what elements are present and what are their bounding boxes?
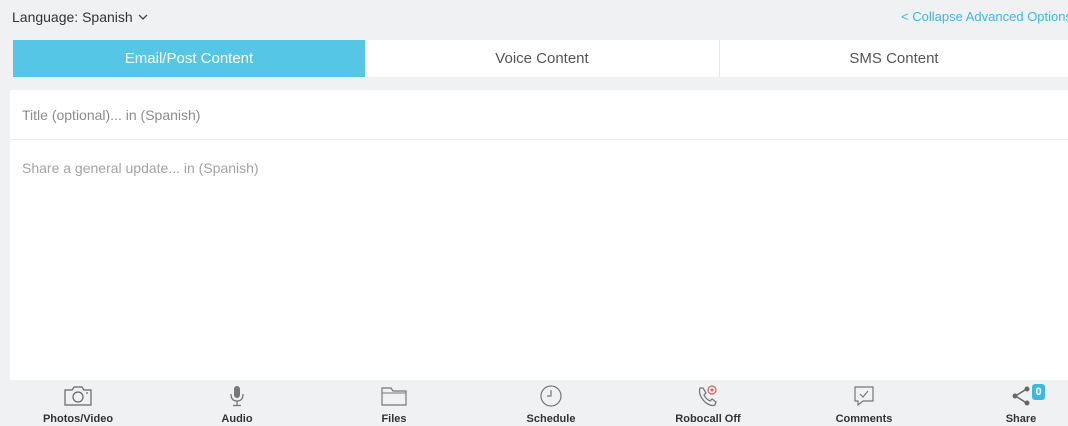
files-label: Files: [381, 413, 407, 425]
tab-email-post-content[interactable]: Email/Post Content: [13, 40, 365, 77]
share-icon: [1009, 384, 1033, 408]
share-label: Share: [1005, 413, 1037, 425]
share-count-badge: 0: [1032, 384, 1045, 400]
content-tabs: Email/Post Content Voice Content SMS Con…: [13, 40, 1068, 77]
top-bar: Language: Spanish < Collapse Advanced Op…: [0, 0, 1068, 36]
audio-button[interactable]: Audio: [182, 384, 292, 426]
phone-off-icon: [696, 384, 720, 408]
photos-video-button[interactable]: Photos/Video: [23, 384, 133, 426]
comments-button[interactable]: Comments: [809, 384, 919, 426]
collapse-advanced-options-link[interactable]: < Collapse Advanced Options: [901, 9, 1068, 24]
photos-video-label: Photos/Video: [42, 413, 114, 425]
update-textarea[interactable]: [10, 152, 1068, 372]
robocall-toggle[interactable]: Robocall Off: [653, 384, 763, 426]
camera-icon: [63, 384, 93, 408]
folder-icon: [380, 384, 408, 408]
share-button[interactable]: 0 Share: [966, 384, 1068, 426]
files-button[interactable]: Files: [339, 384, 449, 426]
microphone-icon: [229, 384, 245, 408]
audio-label: Audio: [221, 413, 253, 425]
robocall-label: Robocall Off: [675, 413, 741, 425]
comments-label: Comments: [835, 413, 893, 425]
comment-icon: [852, 384, 876, 408]
bottom-toolbar: Photos/Video Audio Files Schedule Roboca…: [0, 380, 1068, 426]
language-label: Language: Spanish: [12, 9, 133, 25]
schedule-button[interactable]: Schedule: [496, 384, 606, 426]
title-input[interactable]: [10, 90, 1068, 140]
tab-sms-content[interactable]: SMS Content: [720, 40, 1068, 77]
clock-icon: [539, 384, 563, 408]
post-editor: [10, 90, 1068, 380]
tab-voice-content[interactable]: Voice Content: [365, 40, 720, 77]
language-selector[interactable]: Language: Spanish: [12, 9, 149, 25]
chevron-down-icon: [138, 14, 148, 20]
schedule-label: Schedule: [526, 413, 576, 425]
